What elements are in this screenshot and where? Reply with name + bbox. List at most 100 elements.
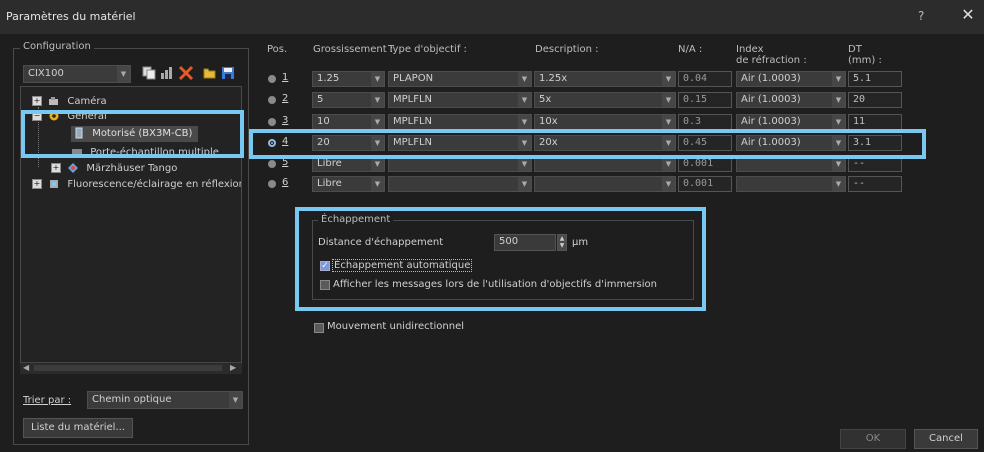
header-wd-line2: (mm) : — [848, 55, 882, 66]
objective-type-select[interactable]: MPLFLN ▼ — [388, 114, 532, 130]
magnification-select[interactable]: 1.25 ▼ — [312, 71, 385, 87]
chevron-down-icon: ▼ — [518, 115, 531, 129]
description-select[interactable]: 5x ▼ — [534, 92, 676, 108]
auto-escape-checkbox[interactable]: ✓ — [320, 261, 330, 271]
na-input[interactable]: 0.3 — [678, 114, 732, 130]
material-list-button[interactable]: Liste du matériel... — [23, 418, 133, 438]
refraction-index-select[interactable]: ▼ — [736, 156, 846, 172]
header-description: Description : — [535, 44, 599, 55]
working-distance-input[interactable]: 5.1 — [848, 71, 902, 87]
header-wd-line1: DT — [848, 44, 862, 55]
na-input[interactable]: 0.04 — [678, 71, 732, 87]
sort-select[interactable]: Chemin optique ▼ — [87, 391, 243, 409]
na-value: 0.04 — [683, 73, 708, 84]
chevron-down-icon: ▼ — [371, 93, 384, 107]
refraction-index-select[interactable]: Air (1.0003) ▼ — [736, 135, 846, 151]
chevron-down-icon: ▼ — [832, 93, 845, 107]
working-distance-input[interactable]: -- — [848, 176, 902, 192]
position-radio[interactable] — [268, 96, 276, 104]
description-select[interactable]: ▼ — [534, 156, 676, 172]
scroll-thumb[interactable] — [34, 365, 222, 371]
tree-item-camera[interactable]: + Caméra — [32, 95, 107, 109]
tree-item-label: Fluorescence/éclairage en réflexion — [67, 179, 242, 190]
working-distance-input[interactable]: -- — [848, 156, 902, 172]
description-select[interactable]: 20x ▼ — [534, 135, 676, 151]
gear-icon — [48, 110, 60, 122]
expand-icon[interactable]: + — [51, 163, 61, 173]
objective-type-select[interactable]: PLAPON ▼ — [388, 71, 532, 87]
spin-up-icon[interactable]: ▲ — [560, 235, 565, 242]
magnification-select[interactable]: 20 ▼ — [312, 135, 385, 151]
position-radio[interactable] — [268, 75, 276, 83]
header-index-line2: de réfraction : — [736, 55, 807, 66]
description-select[interactable]: 10x ▼ — [534, 114, 676, 130]
escape-distance-spinner[interactable]: ▲ ▼ — [557, 234, 567, 251]
refraction-index-select[interactable]: ▼ — [736, 176, 846, 192]
cancel-button[interactable]: Cancel — [914, 429, 978, 449]
chevron-down-icon: ▼ — [518, 136, 531, 150]
na-input[interactable]: 0.15 — [678, 92, 732, 108]
working-distance-value: 3.1 — [853, 137, 872, 148]
position-number: 3 — [282, 115, 289, 126]
delete-icon[interactable] — [178, 65, 194, 81]
immersion-messages-checkbox[interactable] — [320, 280, 330, 290]
chart-icon[interactable] — [160, 66, 174, 80]
expand-icon[interactable]: + — [32, 179, 42, 189]
chevron-down-icon: ▼ — [662, 93, 675, 107]
tree-horizontal-scrollbar[interactable]: ◀ ▶ — [20, 362, 242, 374]
configuration-select[interactable]: CIX100 ▼ — [23, 65, 131, 83]
objective-type-select[interactable]: ▼ — [388, 176, 532, 192]
na-input[interactable]: 0.001 — [678, 176, 732, 192]
magnification-value: 5 — [317, 94, 324, 105]
copy-icon[interactable] — [142, 66, 156, 80]
tree-item-general[interactable]: − Général — [32, 110, 107, 124]
working-distance-input[interactable]: 3.1 — [848, 135, 902, 151]
folder-open-icon[interactable] — [203, 66, 217, 80]
magnification-select[interactable]: Libre ▼ — [312, 176, 385, 192]
magnification-select[interactable]: Libre ▼ — [312, 156, 385, 172]
tree-item-fluorescence[interactable]: + Fluorescence/éclairage en réflexion — [32, 178, 242, 192]
position-radio[interactable] — [268, 160, 276, 168]
tree-item-motorized[interactable]: Motorisé (BX3M-CB) — [71, 126, 199, 142]
objective-type-value: PLAPON — [393, 73, 434, 84]
description-select[interactable]: ▼ — [534, 176, 676, 192]
objective-type-select[interactable]: MPLFLN ▼ — [388, 92, 532, 108]
refraction-index-select[interactable]: Air (1.0003) ▼ — [736, 114, 846, 130]
objective-type-select[interactable]: MPLFLN ▼ — [388, 135, 532, 151]
na-input[interactable]: 0.001 — [678, 156, 732, 172]
ok-button[interactable]: OK — [840, 429, 906, 449]
na-input[interactable]: 0.45 — [678, 135, 732, 151]
chevron-down-icon: ▼ — [518, 93, 531, 107]
chevron-down-icon: ▼ — [662, 115, 675, 129]
objective-type-value: MPLFLN — [393, 94, 433, 105]
unidirectional-checkbox[interactable] — [314, 323, 324, 333]
working-distance-input[interactable]: 11 — [848, 114, 902, 130]
save-icon[interactable] — [221, 66, 235, 80]
position-number: 6 — [282, 177, 289, 188]
close-icon[interactable]: ✕ — [958, 5, 978, 25]
position-radio[interactable] — [268, 118, 276, 126]
refraction-index-select[interactable]: Air (1.0003) ▼ — [736, 71, 846, 87]
help-icon[interactable]: ? — [918, 9, 924, 23]
na-value: 0.45 — [683, 137, 708, 148]
scroll-right-icon[interactable]: ▶ — [230, 363, 236, 372]
tree-item-marzhauser[interactable]: + Märzhäuser Tango — [51, 162, 177, 176]
magnification-select[interactable]: 10 ▼ — [312, 114, 385, 130]
working-distance-input[interactable]: 20 — [848, 92, 902, 108]
escape-distance-input[interactable]: 500 — [494, 234, 556, 251]
tree-item-sample-holder[interactable]: Porte-échantillon multiple — [71, 146, 219, 160]
refraction-index-select[interactable]: Air (1.0003) ▼ — [736, 92, 846, 108]
auto-escape-label[interactable]: Échappement automatique — [332, 259, 473, 272]
magnification-select[interactable]: 5 ▼ — [312, 92, 385, 108]
collapse-icon[interactable]: − — [32, 111, 42, 121]
configuration-tree[interactable]: + Caméra − Général Motorisé (BX3M-CB) Po… — [20, 86, 242, 374]
position-radio[interactable] — [268, 180, 276, 188]
objective-type-select[interactable]: ▼ — [388, 156, 532, 172]
chevron-down-icon: ▼ — [518, 177, 531, 191]
position-radio[interactable] — [268, 139, 276, 147]
scroll-left-icon[interactable]: ◀ — [23, 363, 29, 372]
expand-icon[interactable]: + — [32, 96, 42, 106]
chevron-down-icon: ▼ — [371, 157, 384, 171]
description-select[interactable]: 1.25x ▼ — [534, 71, 676, 87]
spin-down-icon[interactable]: ▼ — [560, 242, 565, 249]
